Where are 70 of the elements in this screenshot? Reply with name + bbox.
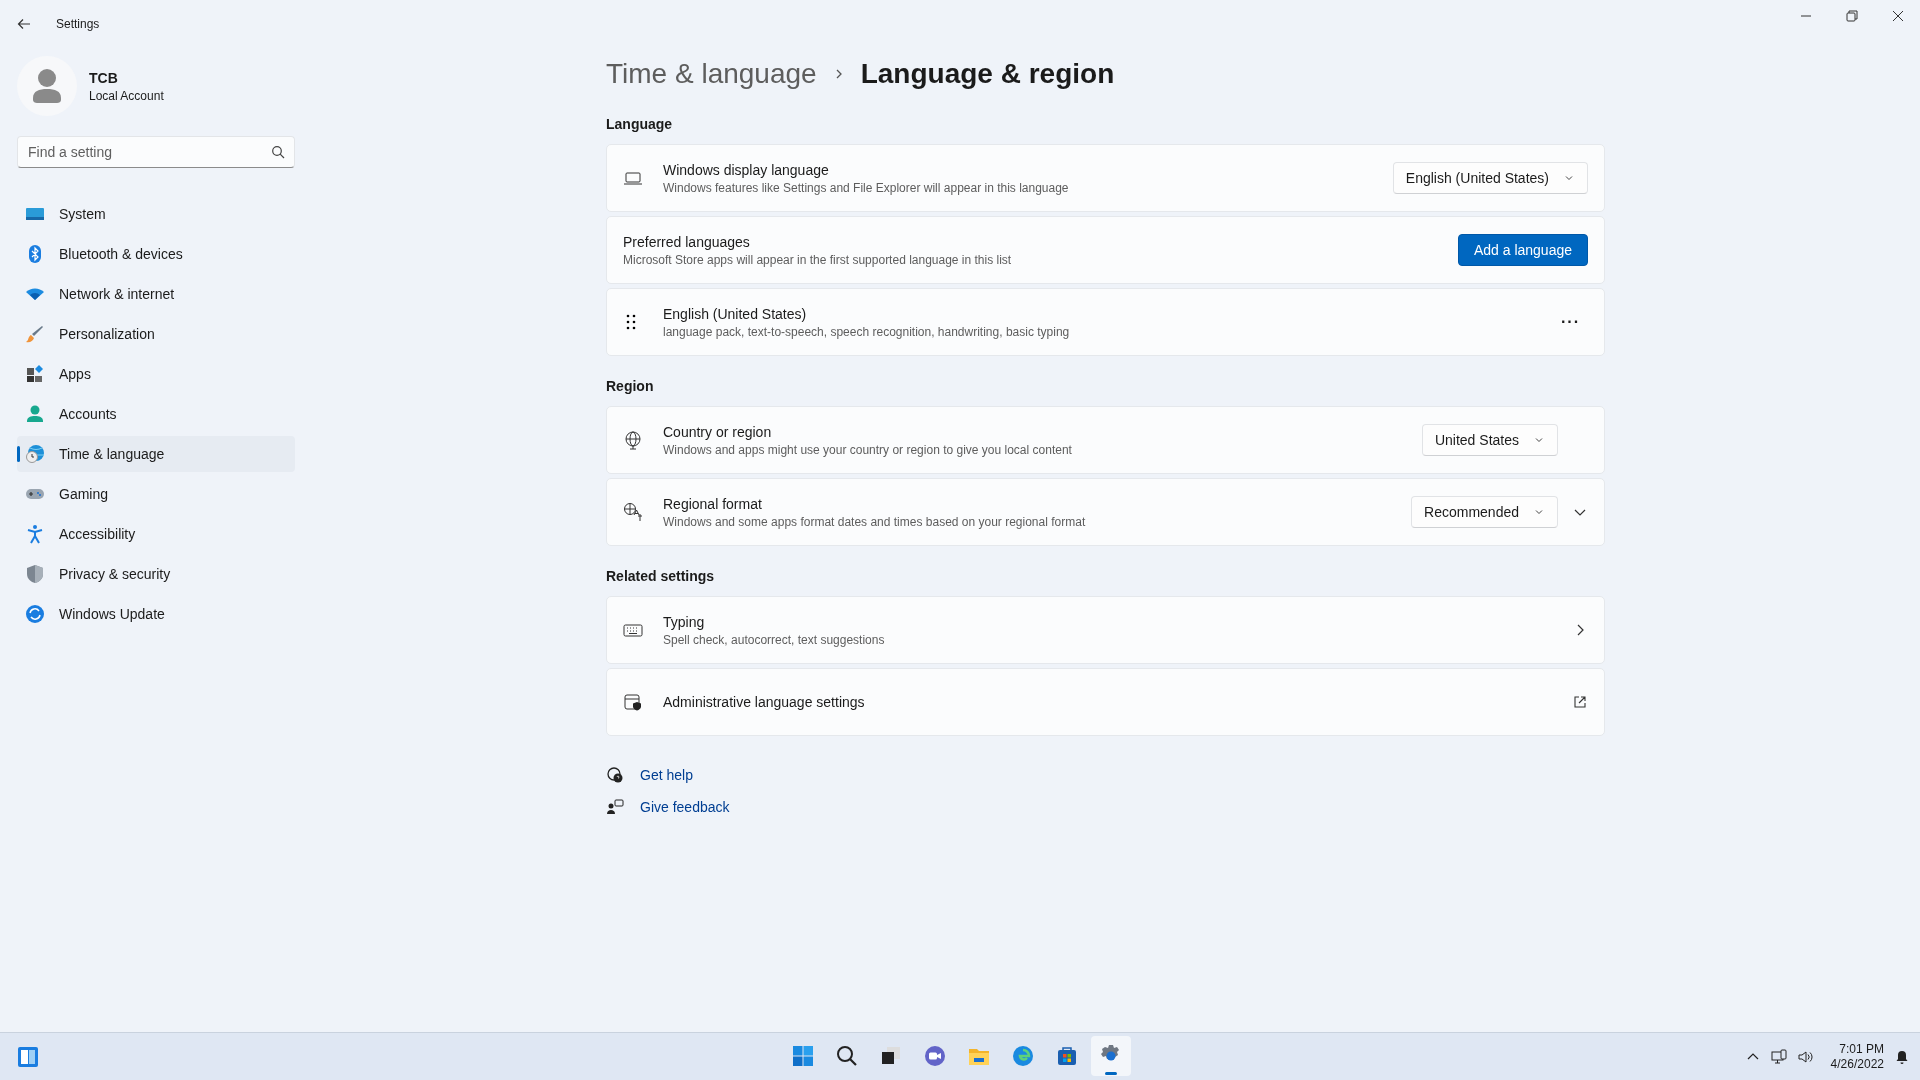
search-icon: [835, 1044, 859, 1068]
setting-description: Windows features like Settings and File Explorer will appear in this language: [663, 180, 1070, 195]
external-link-icon: [1572, 694, 1588, 710]
window-shield-icon: [623, 692, 643, 712]
section-heading: Region: [606, 378, 655, 394]
widgets-icon[interactable]: [16, 1044, 40, 1069]
setting-card[interactable]: Administrative language settings: [606, 668, 1605, 736]
setting-title: Country or region: [663, 423, 773, 440]
nav-item[interactable]: Time & language: [17, 436, 295, 472]
section-heading: Related settings: [606, 568, 716, 584]
nav-item[interactable]: Accessibility: [17, 516, 295, 552]
nav-item[interactable]: Network & internet: [17, 276, 295, 312]
section-heading: Language: [606, 116, 674, 132]
person-icon: [25, 404, 45, 424]
setting-title: Typing: [663, 613, 706, 630]
help-icon: [606, 766, 624, 784]
start-icon: [791, 1044, 815, 1068]
setting-card[interactable]: Typing Spell check, autocorrect, text suggestions: [606, 596, 1605, 664]
setting-description: Spell check, autocorrect, text suggestions: [663, 632, 886, 647]
more-button[interactable]: ···: [1557, 313, 1584, 331]
breadcrumb-link[interactable]: Time & language: [606, 58, 817, 90]
nav-item[interactable]: Apps: [17, 356, 295, 392]
nav-item[interactable]: Personalization: [17, 316, 295, 352]
setting-description: Windows and some apps format dates and times based on your regional format: [663, 514, 1087, 529]
volume-icon[interactable]: [1796, 1048, 1813, 1065]
globe-text-icon: [623, 502, 643, 522]
nav-item[interactable]: Accounts: [17, 396, 295, 432]
network-icon[interactable]: [1770, 1048, 1787, 1065]
chat-icon: [923, 1044, 947, 1068]
paintbrush-icon: [25, 324, 45, 344]
nav-item[interactable]: System: [17, 196, 295, 232]
update-icon: [25, 604, 45, 624]
help-link[interactable]: Give feedback: [640, 799, 730, 815]
dropdown[interactable]: United States: [1421, 424, 1558, 456]
apps-icon: [25, 364, 45, 384]
add-language-button[interactable]: Add a language: [1457, 234, 1588, 266]
feedback-icon: [606, 798, 624, 816]
notification-icon[interactable]: [1894, 1048, 1910, 1065]
globe-clock-icon: [25, 444, 45, 464]
close-icon[interactable]: [1890, 8, 1906, 24]
avatar-icon[interactable]: [17, 56, 77, 116]
accessibility-icon: [25, 524, 45, 544]
nav-item[interactable]: Windows Update: [17, 596, 295, 632]
search-field[interactable]: Find a setting: [17, 136, 295, 168]
nav-item[interactable]: Gaming: [17, 476, 295, 512]
nav-item[interactable]: Bluetooth & devices: [17, 236, 295, 272]
setting-title: English (United States): [663, 305, 808, 322]
dropdown[interactable]: Recommended: [1411, 496, 1558, 528]
back-icon[interactable]: [16, 16, 32, 32]
dropdown[interactable]: English (United States): [1392, 162, 1588, 194]
nav-item[interactable]: Privacy & security: [17, 556, 295, 592]
setting-title: Preferred languages: [623, 233, 751, 250]
setting-title: Windows display language: [663, 161, 830, 178]
store-icon: [1055, 1044, 1079, 1068]
clock[interactable]: 7:01 PM 4/26/2022: [1830, 1041, 1884, 1072]
window-title: Settings: [56, 17, 100, 31]
setting-description: language pack, text-to-speech, speech recognition, handwriting, basic typing: [663, 324, 1071, 339]
help-link[interactable]: Get help: [640, 767, 693, 783]
setting-title: Administrative language settings: [663, 694, 866, 710]
setting-description: Windows and apps might use your country or region to give you local content: [663, 442, 1073, 457]
page-title: Language & region: [860, 58, 1115, 90]
restore-icon[interactable]: [1844, 8, 1860, 24]
browser-icon: [1011, 1044, 1035, 1068]
globe-icon: [623, 430, 643, 450]
setting-title: Regional format: [663, 495, 763, 512]
search-icon[interactable]: [271, 145, 285, 159]
account-type: Local Account: [89, 88, 164, 103]
setting-description: Microsoft Store apps will appear in the first supported language in this list: [623, 252, 1013, 267]
shield-icon: [25, 564, 45, 584]
user-name: TCB: [89, 69, 119, 86]
